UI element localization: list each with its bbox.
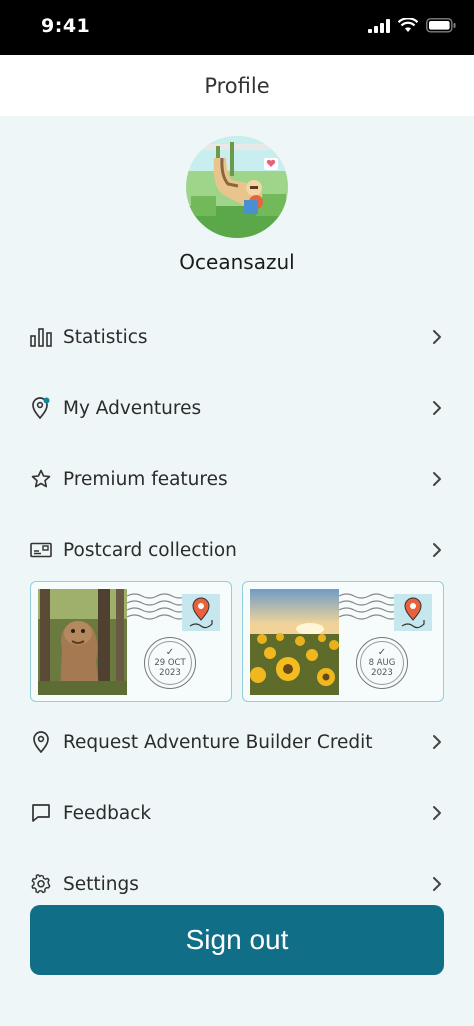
postcard-card[interactable]: ✓ 8 AUG 2023: [242, 581, 444, 702]
menu-item-premium-features[interactable]: Premium features: [30, 459, 444, 499]
chevron-right-icon: [430, 469, 444, 489]
menu-item-settings[interactable]: Settings: [30, 864, 444, 904]
cellular-signal-icon: [368, 18, 390, 37]
menu-item-label: Feedback: [63, 802, 152, 824]
postmark-date: 8 AUG: [368, 658, 396, 668]
bar-chart-icon: [30, 326, 52, 348]
nav-header: Profile: [0, 55, 474, 116]
map-pin-stamp-icon: [189, 597, 213, 629]
menu-item-label: Statistics: [63, 326, 148, 348]
menu-item-request-adventure-builder-credit[interactable]: Request Adventure Builder Credit: [30, 722, 444, 762]
username: Oceansazul: [179, 250, 295, 274]
wifi-icon: [397, 17, 419, 37]
menu-item-statistics[interactable]: Statistics: [30, 317, 444, 357]
menu-item-label: My Adventures: [63, 397, 202, 419]
chevron-right-icon: [430, 732, 444, 752]
menu-item-feedback[interactable]: Feedback: [30, 793, 444, 833]
menu-item-label: Request Adventure Builder Credit: [63, 731, 373, 753]
postcard-card[interactable]: ✓ 29 OCT 2023: [30, 581, 232, 702]
postcard-photo-sunflowers: [250, 589, 339, 695]
status-bar: 9:41: [0, 0, 474, 55]
postcard-icon: [30, 539, 52, 561]
check-icon: ✓: [377, 647, 387, 658]
sign-out-label: Sign out: [185, 924, 289, 955]
postmark-year: 2023: [159, 668, 181, 678]
page-title: Profile: [204, 73, 270, 98]
gear-icon: [30, 873, 52, 895]
postmark: ✓ 29 OCT 2023: [144, 637, 196, 689]
check-icon: ✓: [165, 647, 175, 658]
map-pin-stamp-icon: [401, 597, 425, 629]
speech-bubble-icon: [30, 802, 52, 824]
postcard-photo-troll: [38, 589, 127, 695]
postcard-cancellation-lines: [127, 593, 187, 620]
chevron-right-icon: [430, 803, 444, 823]
star-icon: [30, 468, 52, 490]
status-icons: [368, 17, 456, 37]
menu-item-label: Premium features: [63, 468, 228, 490]
menu-item-postcard-collection[interactable]: Postcard collection: [30, 530, 444, 570]
chevron-right-icon: [430, 398, 444, 418]
sloth-avatar-image: [186, 136, 288, 238]
menu-item-label: Postcard collection: [63, 539, 237, 561]
status-time: 9:41: [41, 15, 91, 37]
battery-icon: [426, 18, 456, 37]
sign-out-button[interactable]: Sign out: [30, 905, 444, 975]
location-pin-icon: [30, 731, 52, 753]
postcard-stamp: [182, 594, 220, 631]
postmark-date: 29 OCT: [154, 658, 186, 668]
postmark: ✓ 8 AUG 2023: [356, 637, 408, 689]
chevron-right-icon: [430, 327, 444, 347]
postcard-stamp: [394, 594, 432, 631]
menu-item-label: Settings: [63, 873, 139, 895]
chevron-right-icon: [430, 540, 444, 560]
location-pin-icon: [30, 397, 52, 419]
menu-item-my-adventures[interactable]: My Adventures: [30, 388, 444, 428]
postmark-year: 2023: [371, 668, 393, 678]
postcard-cancellation-lines: [339, 593, 399, 620]
chevron-right-icon: [430, 874, 444, 894]
avatar[interactable]: [186, 136, 288, 238]
